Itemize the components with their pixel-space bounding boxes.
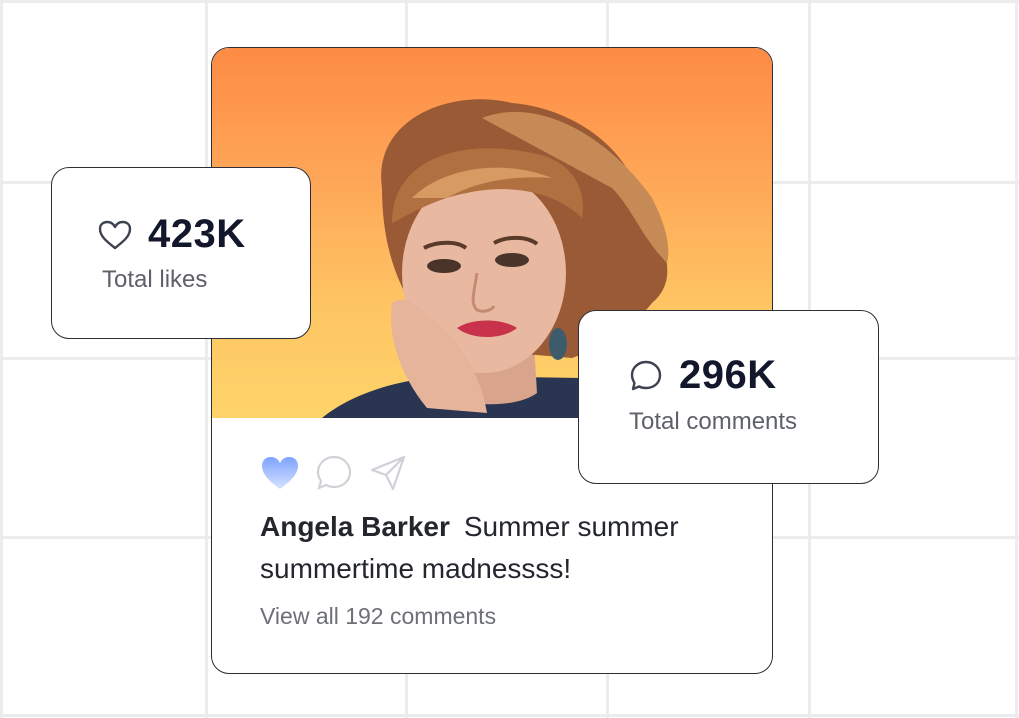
comment-icon [316, 455, 352, 490]
likes-value: 423K [148, 212, 246, 256]
post-author[interactable]: Angela Barker [260, 511, 450, 542]
comment-outline-icon [630, 360, 662, 390]
comments-label: Total comments [629, 408, 798, 435]
comments-value: 296K [679, 353, 777, 397]
share-button[interactable] [368, 453, 408, 493]
post-caption: Angela Barker Summer summer summertime ma… [260, 506, 730, 590]
likes-label: Total likes [102, 266, 208, 293]
heart-icon [262, 457, 298, 489]
send-icon [370, 455, 406, 491]
heart-outline-icon [98, 220, 132, 249]
view-comments-link[interactable]: View all 192 comments [260, 603, 496, 630]
comment-button[interactable] [314, 453, 354, 493]
post-actions [260, 453, 408, 493]
comments-stat-card: 296K Total comments [578, 310, 879, 484]
likes-stat-card: 423K Total likes [51, 167, 311, 339]
like-button[interactable] [260, 453, 300, 493]
